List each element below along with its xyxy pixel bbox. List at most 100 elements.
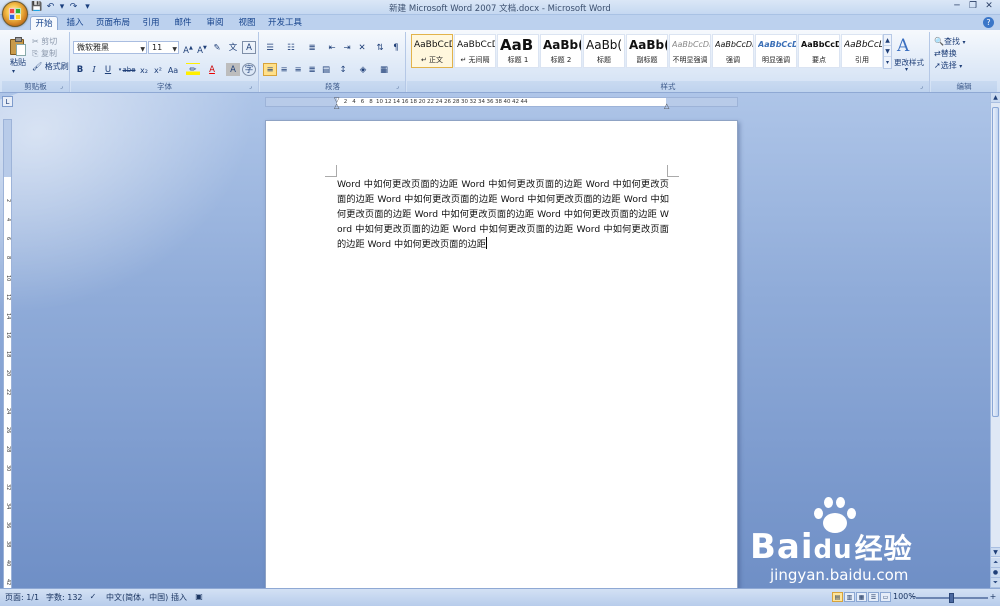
sort-icon[interactable]: ⇅ — [373, 41, 387, 54]
outline-icon[interactable]: ☰ — [868, 592, 879, 602]
enclose-char-icon[interactable]: 字 — [242, 63, 256, 76]
format-painter-button[interactable]: 🖌 格式刷 — [32, 61, 69, 72]
distributed-icon[interactable]: ▤ — [319, 63, 333, 76]
print-layout-icon[interactable]: ▤ — [832, 592, 843, 602]
shading-icon[interactable]: ◈ — [356, 63, 370, 76]
minimize-icon[interactable]: ─ — [950, 1, 964, 12]
grow-font-icon[interactable]: A▲ — [181, 41, 195, 56]
paragraph-launcher-icon[interactable]: ⌟ — [396, 83, 403, 90]
show-marks-icon[interactable]: ¶ — [389, 41, 403, 54]
tab-developer[interactable]: 开发工具 — [266, 16, 304, 30]
increase-indent-icon[interactable]: ⇥ — [340, 41, 354, 54]
shrink-font-icon[interactable]: A▼ — [195, 41, 209, 56]
numbering-icon[interactable]: ☷ — [284, 41, 298, 54]
font-size-combo[interactable]: 11 ▼ — [148, 41, 179, 54]
clear-format-icon[interactable]: ✎ — [210, 41, 224, 54]
tab-insert[interactable]: 插入 — [62, 16, 88, 30]
full-screen-reading-icon[interactable]: ▥ — [844, 592, 855, 602]
word-count[interactable]: 字数: 132 — [46, 592, 83, 603]
clipboard-launcher-icon[interactable]: ⌟ — [60, 83, 67, 90]
web-layout-icon[interactable]: ▦ — [856, 592, 867, 602]
style-heading-1[interactable]: AaB 标题 1 — [497, 34, 539, 68]
insert-mode[interactable]: 插入 — [171, 592, 187, 603]
tab-home[interactable]: 开始 — [30, 16, 58, 30]
style-emphasis[interactable]: AaBbCcDi 强调 — [712, 34, 754, 68]
tab-references[interactable]: 引用 — [138, 16, 164, 30]
subscript-button[interactable]: x₂ — [137, 63, 151, 76]
restore-icon[interactable]: ❐ — [966, 1, 980, 12]
phonetic-guide-icon[interactable]: 文 — [226, 41, 240, 54]
scroll-up-icon[interactable]: ▲ — [991, 93, 1000, 103]
horizontal-ruler[interactable]: ▽ △ △ 2 4 6 8 10 12 14 16 18 20 22 24 26 28 30 32 34 36 38… — [265, 96, 738, 110]
ruler-toggle-button[interactable]: L — [2, 96, 13, 107]
tab-page-layout[interactable]: 页面布局 — [93, 16, 133, 30]
style-quote[interactable]: AaBbCcL 引用 — [841, 34, 883, 68]
vertical-scrollbar[interactable]: ▲ ▼ ⏶ ● ⏷ — [990, 93, 1000, 588]
previous-page-icon[interactable]: ⏶ — [991, 558, 1000, 568]
gallery-more-icon[interactable]: ▾ — [884, 57, 891, 68]
style-heading-2[interactable]: AaBb(标题 2 — [540, 34, 582, 68]
decrease-indent-icon[interactable]: ⇤ — [325, 41, 339, 54]
style-intense-emphasis[interactable]: AaBbCcDi 明显强调 — [755, 34, 797, 68]
paste-button[interactable]: 粘贴 — [10, 57, 26, 68]
chevron-down-icon[interactable]: ▼ — [884, 46, 891, 57]
zoom-in-icon[interactable]: + — [988, 592, 998, 602]
tab-review[interactable]: 审阅 — [202, 16, 228, 30]
italic-button[interactable]: I — [87, 63, 101, 76]
next-page-icon[interactable]: ⏷ — [991, 578, 1000, 588]
font-launcher-icon[interactable]: ⌟ — [249, 83, 256, 90]
scroll-thumb[interactable] — [992, 107, 999, 417]
strikethrough-button[interactable]: abe — [121, 63, 137, 76]
change-styles-dropdown-icon[interactable]: ▾ — [905, 66, 908, 73]
superscript-button[interactable]: x² — [151, 63, 165, 76]
page-count[interactable]: 页面: 1/1 — [5, 592, 39, 603]
document-page[interactable]: Word 中如何更改页面的边距 Word 中如何更改页面的边距 Word 中如何… — [265, 120, 738, 588]
tab-mailings[interactable]: 邮件 — [170, 16, 196, 30]
align-left-icon[interactable]: ≡ — [263, 63, 277, 76]
align-center-icon[interactable]: ≡ — [277, 63, 291, 76]
help-icon[interactable]: ? — [983, 17, 994, 28]
paste-dropdown-icon[interactable]: ▾ — [12, 68, 15, 75]
language-status[interactable]: 中文(简体，中国) — [106, 592, 168, 603]
zoom-slider[interactable] — [916, 593, 988, 603]
multilevel-list-icon[interactable]: ≣ — [305, 41, 319, 54]
draft-icon[interactable]: ▭ — [880, 592, 891, 602]
select-button[interactable]: ➚选择 ▾ — [934, 60, 962, 71]
bold-button[interactable]: B — [73, 63, 87, 76]
align-right-icon[interactable]: ≡ — [291, 63, 305, 76]
char-shading-icon[interactable]: A — [226, 63, 240, 76]
font-name-combo[interactable]: 微软雅黑 ▼ — [73, 41, 147, 54]
style-no-spacing[interactable]: AaBbCcD ↵ 无间隔 — [454, 34, 496, 68]
styles-launcher-icon[interactable]: ⌟ — [920, 83, 927, 90]
document-body-text[interactable]: Word 中如何更改页面的边距 Word 中如何更改页面的边距 Word 中如何… — [337, 177, 669, 252]
hanging-indent-marker[interactable]: △ — [334, 102, 339, 110]
line-spacing-icon[interactable]: ↕ — [336, 63, 350, 76]
style-title[interactable]: AaBb(标题 — [583, 34, 625, 68]
change-styles-button[interactable]: 更改样式 — [894, 57, 924, 68]
proofing-icon[interactable]: ✓ — [88, 592, 98, 602]
macro-record-icon[interactable]: ▣ — [194, 592, 204, 602]
right-indent-marker[interactable]: △ — [664, 102, 669, 110]
copy-button[interactable]: ⎘ 复制 — [32, 48, 57, 59]
style-normal[interactable]: AaBbCcD ↵ 正文 — [411, 34, 453, 68]
scroll-down-icon[interactable]: ▼ — [991, 547, 1000, 557]
style-subtitle[interactable]: AaBb(副标题 — [626, 34, 668, 68]
cut-button[interactable]: ✂ 剪切 — [32, 36, 57, 47]
chinese-layout-icon[interactable]: ✕ — [355, 41, 369, 54]
vertical-ruler[interactable]: 2468101214161820222426283032343638404244 — [3, 119, 12, 588]
office-button[interactable] — [2, 1, 28, 27]
find-button[interactable]: 🔍查找 ▾ — [934, 36, 966, 47]
select-browse-object-icon[interactable]: ● — [991, 568, 1000, 578]
replace-button[interactable]: ⇄替换 — [934, 48, 957, 59]
char-border-icon[interactable]: A — [242, 41, 256, 54]
style-strong[interactable]: AaBbCcDc 要点 — [798, 34, 840, 68]
change-styles-icon[interactable]: A — [897, 36, 909, 56]
justify-icon[interactable]: ≣ — [305, 63, 319, 76]
paste-icon[interactable] — [8, 35, 28, 57]
close-icon[interactable]: ✕ — [982, 1, 996, 12]
zoom-slider-knob[interactable] — [949, 593, 954, 603]
chevron-up-icon[interactable]: ▲ — [884, 35, 891, 46]
bullets-icon[interactable]: ☰ — [263, 41, 277, 54]
change-case-button[interactable]: Aa — [166, 63, 180, 76]
font-color-icon[interactable]: A — [205, 63, 219, 76]
